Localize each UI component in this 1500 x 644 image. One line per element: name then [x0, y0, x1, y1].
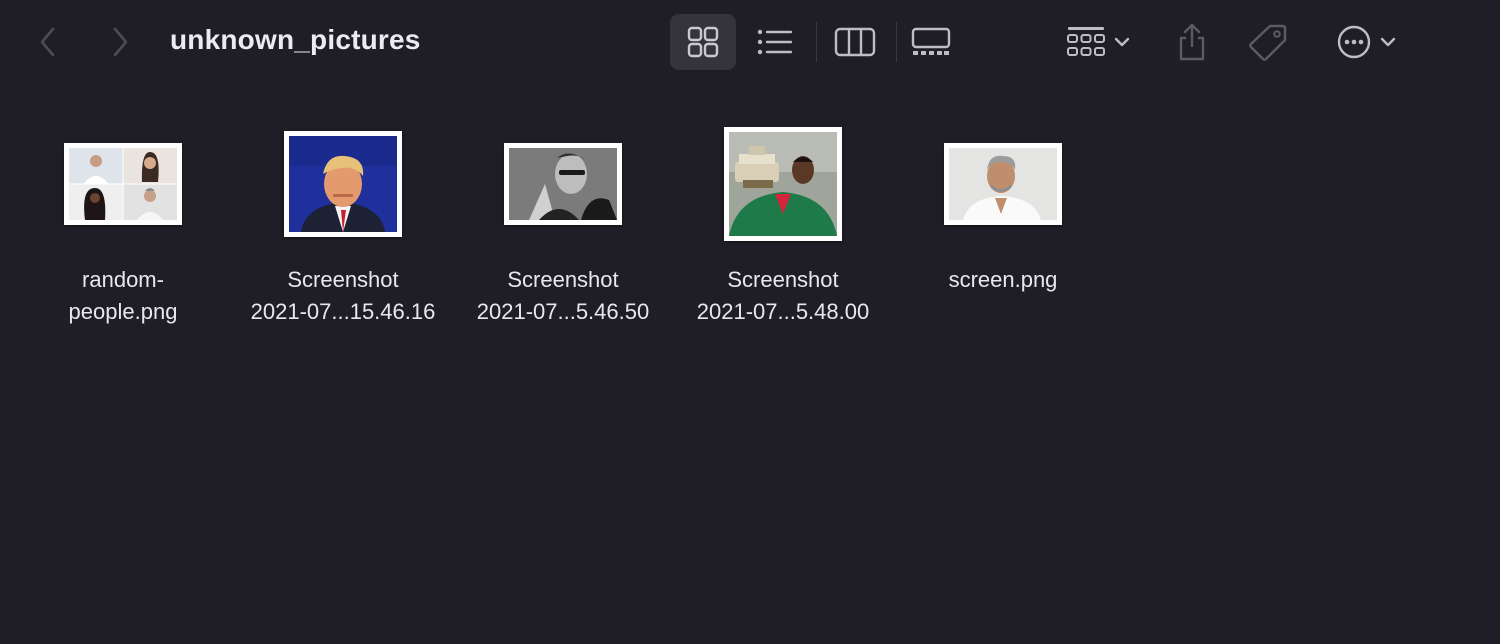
- file-item[interactable]: screen.png: [893, 124, 1113, 344]
- chevron-down-icon: [1114, 37, 1130, 47]
- image-thumbnail: [949, 148, 1057, 220]
- file-item[interactable]: Screenshot 2021-07...5.48.00: [673, 124, 893, 344]
- file-thumbnail: [284, 131, 402, 237]
- tag-icon: [1249, 24, 1287, 61]
- chevron-left-icon: [40, 27, 55, 57]
- file-name: random- people.png: [68, 267, 178, 324]
- grid-icon: [687, 26, 719, 58]
- image-thumbnail: [729, 132, 837, 236]
- file-grid: random- people.png Screenshot 2021-07...…: [0, 84, 1500, 644]
- group-by-button[interactable]: [1054, 14, 1142, 70]
- icon-view-button[interactable]: [670, 14, 736, 70]
- file-thumbnail: [504, 143, 622, 225]
- column-view-button[interactable]: [822, 14, 888, 70]
- list-view-button[interactable]: [742, 14, 808, 70]
- file-item[interactable]: Screenshot 2021-07...5.46.50: [453, 124, 673, 344]
- list-icon: [757, 29, 793, 55]
- columns-icon: [834, 27, 876, 57]
- file-name: Screenshot 2021-07...5.46.50: [476, 267, 650, 324]
- finder-window: unknown_pictures random- people.png Scre…: [0, 0, 1500, 644]
- image-thumbnail: [289, 136, 397, 232]
- toolbar-separator: [896, 22, 897, 62]
- file-thumbnail: [944, 143, 1062, 225]
- share-icon: [1179, 23, 1205, 61]
- forward-button[interactable]: [100, 22, 140, 62]
- file-name: Screenshot 2021-07...5.48.00: [696, 267, 870, 324]
- more-actions-button[interactable]: [1322, 14, 1410, 70]
- file-name: screen.png: [948, 267, 1058, 292]
- image-thumbnail: [509, 148, 617, 220]
- file-name: Screenshot 2021-07...15.46.16: [250, 267, 436, 324]
- gallery-view-button[interactable]: [898, 14, 964, 70]
- back-button[interactable]: [28, 22, 68, 62]
- chevron-down-icon: [1380, 37, 1396, 47]
- file-item[interactable]: random- people.png: [13, 124, 233, 344]
- tag-button[interactable]: [1240, 14, 1296, 70]
- file-thumbnail: [724, 127, 842, 241]
- window-title: unknown_pictures: [170, 24, 421, 55]
- file-thumbnail: [64, 143, 182, 225]
- group-by-icon: [1067, 27, 1105, 56]
- share-button[interactable]: [1164, 14, 1220, 70]
- file-item[interactable]: Screenshot 2021-07...15.46.16: [233, 124, 453, 344]
- image-thumbnail: [69, 148, 177, 220]
- chevron-right-icon: [113, 27, 128, 57]
- toolbar-separator: [816, 22, 817, 62]
- toolbar: unknown_pictures: [0, 0, 1500, 84]
- gallery-icon: [911, 27, 951, 55]
- ellipsis-circle-icon: [1337, 25, 1371, 59]
